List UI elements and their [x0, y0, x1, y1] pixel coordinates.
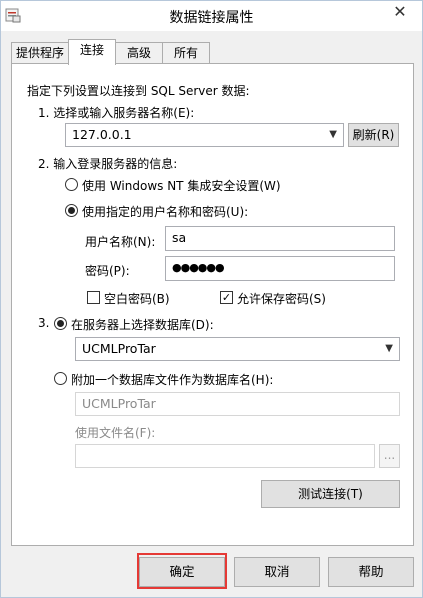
- tab-connection[interactable]: 连接: [68, 39, 116, 65]
- server-name-combo[interactable]: 127.0.0.1 ▼: [65, 123, 344, 147]
- chevron-down-icon[interactable]: ▼: [329, 124, 337, 146]
- cancel-button[interactable]: 取消: [234, 557, 320, 587]
- refresh-button[interactable]: 刷新(R): [348, 123, 399, 147]
- blank-password-label[interactable]: 空白密码(B): [104, 290, 170, 307]
- blank-password-checkbox[interactable]: [87, 291, 100, 304]
- attach-db-label[interactable]: 附加一个数据库文件作为数据库名(H):: [71, 371, 273, 388]
- tab-provider[interactable]: 提供程序: [11, 42, 69, 64]
- step2-label: 2. 输入登录服务器的信息:: [38, 157, 178, 171]
- connection-panel: 指定下列设置以连接到 SQL Server 数据: 1. 选择或输入服务器名称(…: [11, 63, 414, 546]
- close-icon[interactable]: ✕: [384, 1, 416, 23]
- help-button[interactable]: 帮助: [328, 557, 414, 587]
- sql-auth-radio[interactable]: [65, 204, 78, 217]
- filename-field[interactable]: [75, 444, 375, 468]
- allow-save-password-checkbox[interactable]: ✓: [220, 291, 233, 304]
- tab-all[interactable]: 所有: [162, 42, 210, 64]
- checkmark-icon: ✓: [221, 291, 232, 304]
- title-bar: 数据链接属性 ✕: [1, 1, 422, 31]
- step1-label: 1. 选择或输入服务器名称(E):: [38, 106, 195, 120]
- username-label: 用户名称(N):: [85, 235, 156, 249]
- attach-db-name-field[interactable]: UCMLProTar: [75, 392, 400, 416]
- intro-text: 指定下列设置以连接到 SQL Server 数据:: [27, 84, 250, 98]
- windows-auth-label[interactable]: 使用 Windows NT 集成安全设置(W): [82, 177, 281, 194]
- step3-number: 3.: [38, 316, 50, 330]
- attach-db-radio[interactable]: [54, 372, 67, 385]
- password-field[interactable]: ●●●●●●: [165, 256, 395, 281]
- database-name-value: UCMLProTar: [82, 341, 156, 356]
- data-link-properties-window: 数据链接属性 ✕ 提供程序 连接 高级 所有 指定下列设置以连接到 SQL Se…: [0, 0, 423, 598]
- username-field[interactable]: sa: [165, 226, 395, 251]
- password-label: 密码(P):: [85, 264, 130, 278]
- allow-save-password-label[interactable]: 允许保存密码(S): [237, 290, 326, 307]
- browse-button[interactable]: ...: [379, 444, 400, 468]
- select-db-label[interactable]: 在服务器上选择数据库(D):: [71, 316, 214, 333]
- ok-button-highlight: [137, 553, 227, 589]
- test-connection-button[interactable]: 测试连接(T): [261, 480, 400, 508]
- windows-auth-radio[interactable]: [65, 178, 78, 191]
- tab-advanced[interactable]: 高级: [115, 42, 163, 64]
- server-name-value: 127.0.0.1: [72, 127, 132, 142]
- select-db-radio[interactable]: [54, 317, 67, 330]
- database-combo[interactable]: UCMLProTar ▼: [75, 337, 400, 361]
- sql-auth-label[interactable]: 使用指定的用户名称和密码(U):: [82, 203, 248, 220]
- use-filename-label: 使用文件名(F):: [75, 426, 156, 440]
- chevron-down-icon[interactable]: ▼: [385, 338, 393, 360]
- window-title: 数据链接属性: [169, 10, 254, 26]
